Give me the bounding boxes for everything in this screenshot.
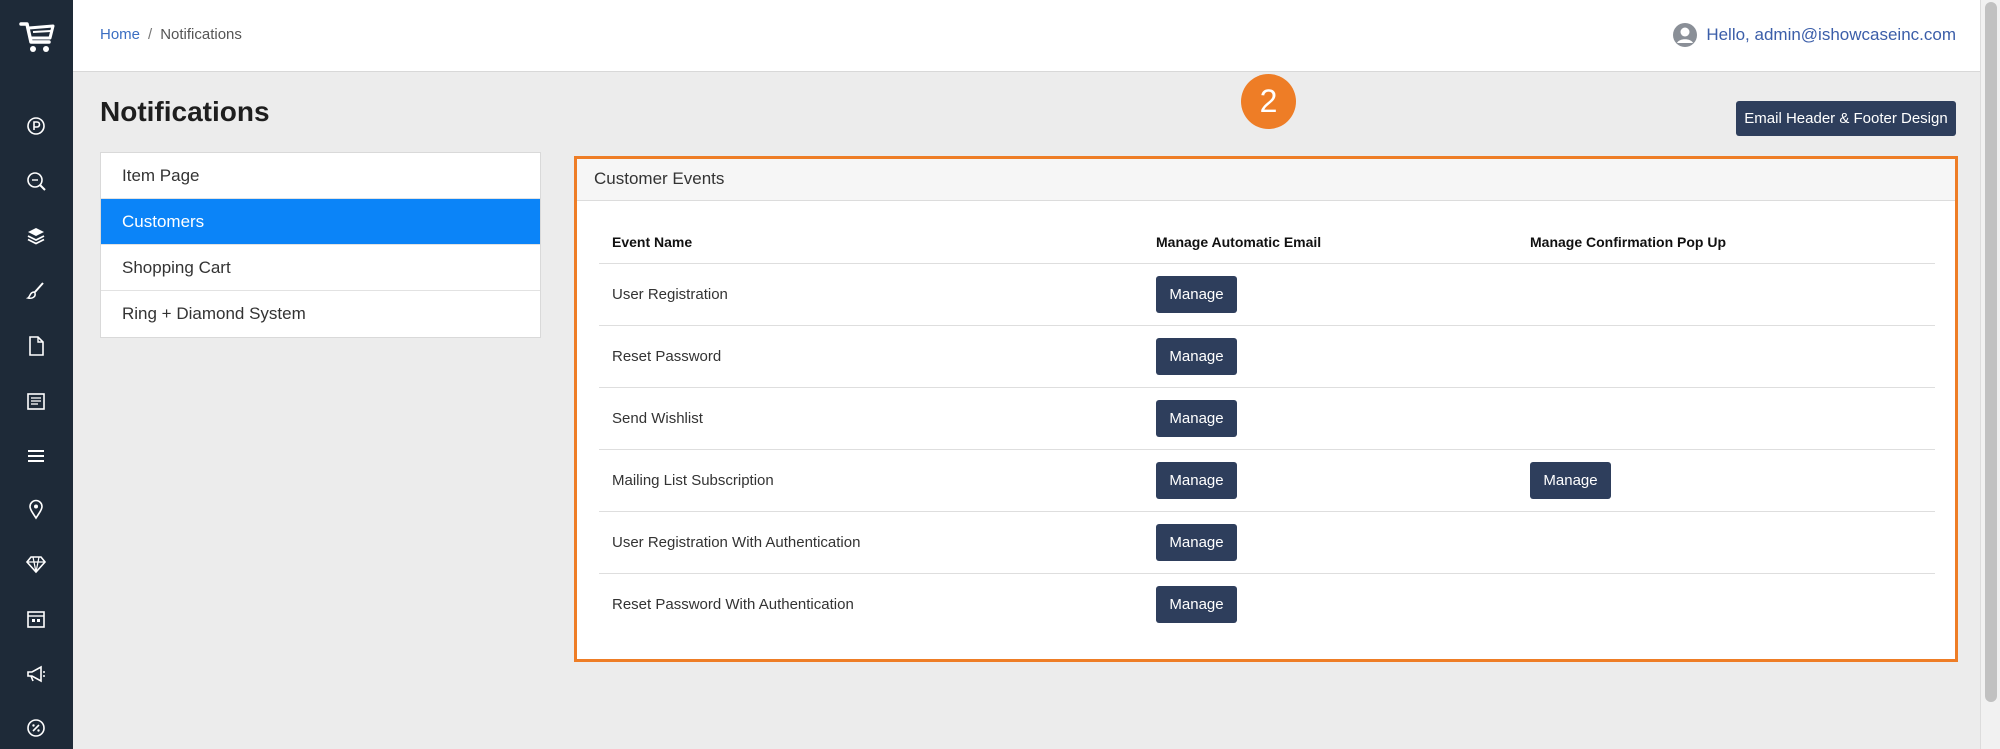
- event-name: Send Wishlist: [599, 387, 1143, 450]
- manage-email-button[interactable]: Manage: [1156, 461, 1237, 499]
- notification-category-menu: Item Page Customers Shopping Cart Ring +…: [100, 152, 541, 338]
- table-row: Send Wishlist Manage: [599, 387, 1935, 450]
- events-table: Event Name Manage Automatic Email Manage…: [599, 221, 1935, 635]
- table-row: Mailing List Subscription Manage Manage: [599, 449, 1935, 512]
- calendar-icon[interactable]: [24, 607, 48, 631]
- parking-icon[interactable]: [24, 114, 48, 138]
- popup-cell: [1517, 263, 1935, 326]
- manage-email-button[interactable]: Manage: [1156, 337, 1237, 375]
- column-header-confirmation-popup: Manage Confirmation Pop Up: [1517, 221, 1935, 264]
- breadcrumb-current: Notifications: [160, 26, 242, 43]
- brush-icon[interactable]: [24, 279, 48, 303]
- popup-cell: [1517, 573, 1935, 635]
- manage-email-button[interactable]: Manage: [1156, 399, 1237, 437]
- news-icon[interactable]: [24, 389, 48, 413]
- email-header-footer-design-button[interactable]: Email Header & Footer Design: [1736, 101, 1956, 136]
- event-name: User Registration With Authentication: [599, 511, 1143, 574]
- column-header-automatic-email: Manage Automatic Email: [1143, 221, 1517, 264]
- page-scrollbar[interactable]: [1980, 0, 2000, 749]
- menu-lines-icon[interactable]: [24, 444, 48, 468]
- popup-cell: [1517, 387, 1935, 450]
- event-name: Mailing List Subscription: [599, 449, 1143, 512]
- top-bar: Home / Notifications Hello, admin@ishowcas…: [73, 0, 1980, 72]
- percent-badge-icon[interactable]: [24, 716, 48, 740]
- popup-cell: [1517, 325, 1935, 388]
- menu-item-customers[interactable]: Customers: [101, 199, 540, 245]
- column-header-event-name: Event Name: [599, 221, 1143, 264]
- document-icon[interactable]: [24, 334, 48, 358]
- table-row: User Registration With Authentication Ma…: [599, 511, 1935, 574]
- user-greeting: Hello, admin@ishowcaseinc.com: [1706, 25, 1956, 44]
- manage-email-button[interactable]: Manage: [1156, 523, 1237, 561]
- menu-item-item-page[interactable]: Item Page: [101, 153, 540, 199]
- menu-item-shopping-cart[interactable]: Shopping Cart: [101, 245, 540, 291]
- breadcrumb: Home / Notifications: [100, 26, 242, 43]
- manage-popup-button[interactable]: Manage: [1530, 461, 1611, 499]
- event-name: Reset Password: [599, 325, 1143, 388]
- event-name: User Registration: [599, 263, 1143, 326]
- popup-cell: Manage: [1517, 449, 1935, 512]
- sidebar: [0, 0, 73, 749]
- menu-item-ring-diamond-system[interactable]: Ring + Diamond System: [101, 291, 540, 337]
- popup-cell: [1517, 511, 1935, 574]
- table-header-row: Event Name Manage Automatic Email Manage…: [599, 221, 1935, 264]
- location-pin-icon[interactable]: [24, 497, 48, 521]
- breadcrumb-home-link[interactable]: Home: [100, 26, 140, 43]
- customer-events-panel: Customer Events Event Name Manage Automa…: [574, 156, 1958, 662]
- email-cell: Manage: [1143, 263, 1517, 326]
- email-cell: Manage: [1143, 387, 1517, 450]
- breadcrumb-separator: /: [148, 26, 153, 43]
- scrollbar-thumb[interactable]: [1985, 2, 1997, 702]
- page-title: Notifications: [100, 96, 270, 127]
- email-cell: Manage: [1143, 511, 1517, 574]
- step-badge: 2: [1241, 74, 1296, 129]
- layers-icon[interactable]: [24, 224, 48, 248]
- table-row: Reset Password Manage: [599, 325, 1935, 388]
- megaphone-icon[interactable]: [24, 662, 48, 686]
- manage-email-button[interactable]: Manage: [1156, 275, 1237, 313]
- panel-title: Customer Events: [577, 159, 1955, 201]
- table-row: User Registration Manage: [599, 263, 1935, 326]
- email-cell: Manage: [1143, 449, 1517, 512]
- cart-logo-icon[interactable]: [17, 16, 57, 56]
- search-seo-icon[interactable]: [24, 169, 48, 193]
- diamond-icon[interactable]: [24, 552, 48, 576]
- manage-email-button[interactable]: Manage: [1156, 585, 1237, 623]
- email-cell: Manage: [1143, 325, 1517, 388]
- email-cell: Manage: [1143, 573, 1517, 635]
- user-menu[interactable]: Hello, admin@ishowcaseinc.com: [1672, 22, 1956, 48]
- event-name: Reset Password With Authentication: [612, 595, 854, 613]
- user-avatar-icon: [1673, 23, 1698, 47]
- table-row: Reset Password With Authentication Manag…: [599, 573, 1935, 635]
